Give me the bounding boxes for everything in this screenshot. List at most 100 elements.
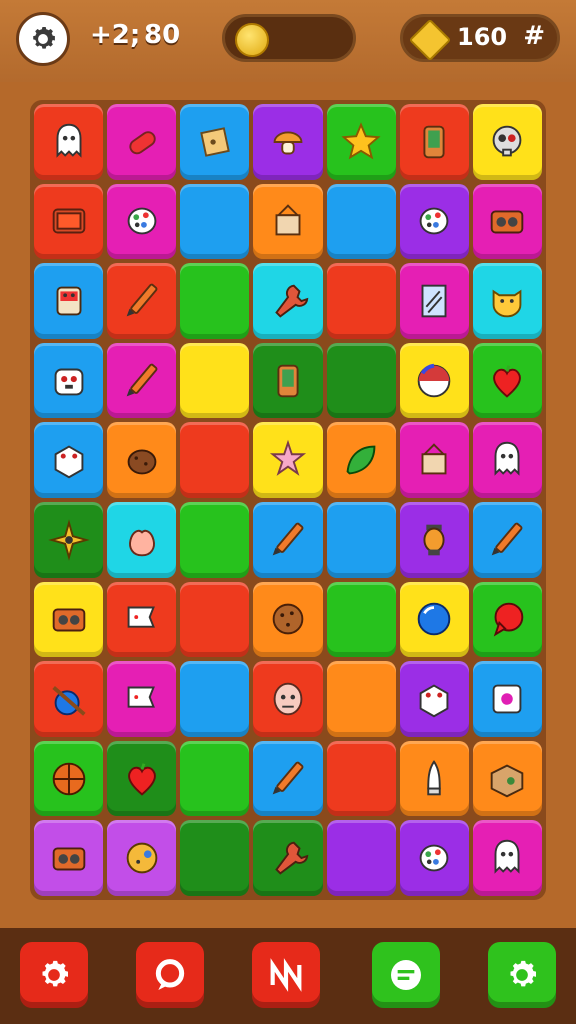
settings-button[interactable] (20, 942, 88, 1008)
wrench-icon (275, 841, 309, 875)
tile-r7-c2[interactable] (180, 661, 250, 737)
tile-r2-c0[interactable] (34, 263, 104, 339)
tile-r8-c2[interactable] (180, 740, 250, 817)
options-button[interactable] (488, 942, 556, 1008)
tile-r7-c4[interactable] (326, 661, 396, 737)
tile-r6-c5[interactable] (399, 581, 469, 658)
tile-r1-c3[interactable] (253, 183, 323, 260)
tile-r4-c1[interactable] (107, 422, 177, 498)
tile-r5-c1[interactable] (107, 501, 177, 578)
tile-r2-c5[interactable] (399, 263, 469, 339)
gem-icon (408, 18, 452, 62)
tile-r4-c5[interactable] (399, 422, 469, 498)
tile-r8-c3[interactable] (253, 740, 323, 817)
tile-r2-c6[interactable] (472, 263, 542, 339)
chat-button[interactable] (136, 942, 204, 1008)
tile-r0-c1[interactable] (107, 104, 177, 180)
tile-r7-c0[interactable] (34, 661, 104, 737)
tile-r6-c6[interactable] (472, 581, 542, 658)
tile-r5-c2[interactable] (180, 501, 250, 578)
dice-icon (54, 445, 83, 479)
coin-icon (235, 23, 269, 57)
tile-r5-c3[interactable] (253, 501, 323, 578)
spotted-egg-icon (127, 207, 157, 235)
tile-r4-c2[interactable] (180, 422, 250, 498)
tv-icon (52, 208, 85, 234)
tile-r1-c5[interactable] (399, 183, 469, 260)
tile-grid (34, 104, 542, 896)
candy-icon (129, 131, 156, 155)
tile-r0-c4[interactable] (326, 104, 396, 180)
tile-r0-c6[interactable] (472, 104, 542, 180)
leaf-icon (346, 445, 376, 475)
heart-apple-icon (493, 364, 522, 398)
tile-r6-c1[interactable] (107, 581, 177, 658)
menu-button[interactable] (372, 942, 440, 1008)
tile-r3-c4[interactable] (326, 342, 396, 419)
tile-r7-c3[interactable] (253, 661, 323, 737)
tile-r2-c4[interactable] (326, 263, 396, 339)
tile-r3-c6[interactable] (472, 342, 542, 419)
tile-r1-c4[interactable] (326, 183, 396, 260)
tile-r9-c6[interactable] (472, 820, 542, 896)
tile-r1-c0[interactable] (34, 183, 104, 260)
tile-r6-c2[interactable] (180, 581, 250, 658)
tile-r0-c5[interactable] (399, 104, 469, 180)
tile-r0-c3[interactable] (253, 104, 323, 180)
tile-r2-c2[interactable] (180, 263, 250, 339)
tile-r4-c4[interactable] (326, 422, 396, 498)
tile-r3-c3[interactable] (253, 342, 323, 419)
settings-gear-button[interactable] (16, 12, 70, 66)
mushroom-icon (273, 131, 303, 155)
radio-icon (491, 210, 524, 234)
tile-r8-c5[interactable] (399, 740, 469, 817)
radio-icon (52, 608, 85, 632)
menu-hash-icon[interactable]: # (523, 21, 545, 51)
tile-r7-c1[interactable] (107, 661, 177, 737)
tile-r8-c1[interactable] (107, 740, 177, 817)
tile-r5-c5[interactable] (399, 501, 469, 578)
flag-icon (127, 606, 155, 629)
speech-bubble-icon (494, 603, 524, 637)
tile-r6-c3[interactable] (253, 581, 323, 658)
tile-r3-c2[interactable] (180, 342, 250, 419)
gear-icon (510, 960, 536, 987)
tile-r4-c3[interactable] (253, 422, 323, 498)
tile-r1-c1[interactable] (107, 183, 177, 260)
tile-r8-c0[interactable] (34, 740, 104, 817)
shuriken-icon (47, 519, 90, 561)
tile-r9-c2[interactable] (180, 820, 250, 896)
tile-r7-c5[interactable] (399, 661, 469, 737)
chat-icon (155, 959, 185, 990)
tile-r1-c6[interactable] (472, 183, 542, 260)
tile-r8-c6[interactable] (472, 740, 542, 817)
tile-r9-c0[interactable] (34, 820, 104, 896)
tile-r5-c0[interactable] (34, 501, 104, 578)
tile-r3-c0[interactable] (34, 342, 104, 419)
shuffle-button[interactable] (252, 942, 320, 1008)
lantern-icon (423, 524, 445, 556)
tile-r0-c0[interactable] (34, 104, 104, 180)
tile-r0-c2[interactable] (180, 104, 250, 180)
gear-icon (42, 960, 68, 987)
tile-r9-c1[interactable] (107, 820, 177, 896)
tile-r8-c4[interactable] (326, 740, 396, 817)
tile-r1-c2[interactable] (180, 183, 250, 260)
tile-r3-c1[interactable] (107, 342, 177, 419)
tile-r4-c6[interactable] (472, 422, 542, 498)
tile-r6-c0[interactable] (34, 581, 104, 658)
skull-icon (493, 125, 522, 157)
tile-r9-c4[interactable] (326, 820, 396, 896)
tile-r4-c0[interactable] (34, 422, 104, 498)
tile-r6-c4[interactable] (326, 581, 396, 658)
tile-r3-c5[interactable] (399, 342, 469, 419)
potato-icon (127, 449, 157, 475)
tile-r5-c4[interactable] (326, 501, 396, 578)
starfish-icon (269, 439, 307, 477)
tile-r2-c3[interactable] (253, 263, 323, 339)
tile-r9-c3[interactable] (253, 820, 323, 896)
tile-r2-c1[interactable] (107, 263, 177, 339)
tile-r7-c6[interactable] (472, 661, 542, 737)
tile-r5-c6[interactable] (472, 501, 542, 578)
tile-r9-c5[interactable] (399, 820, 469, 896)
